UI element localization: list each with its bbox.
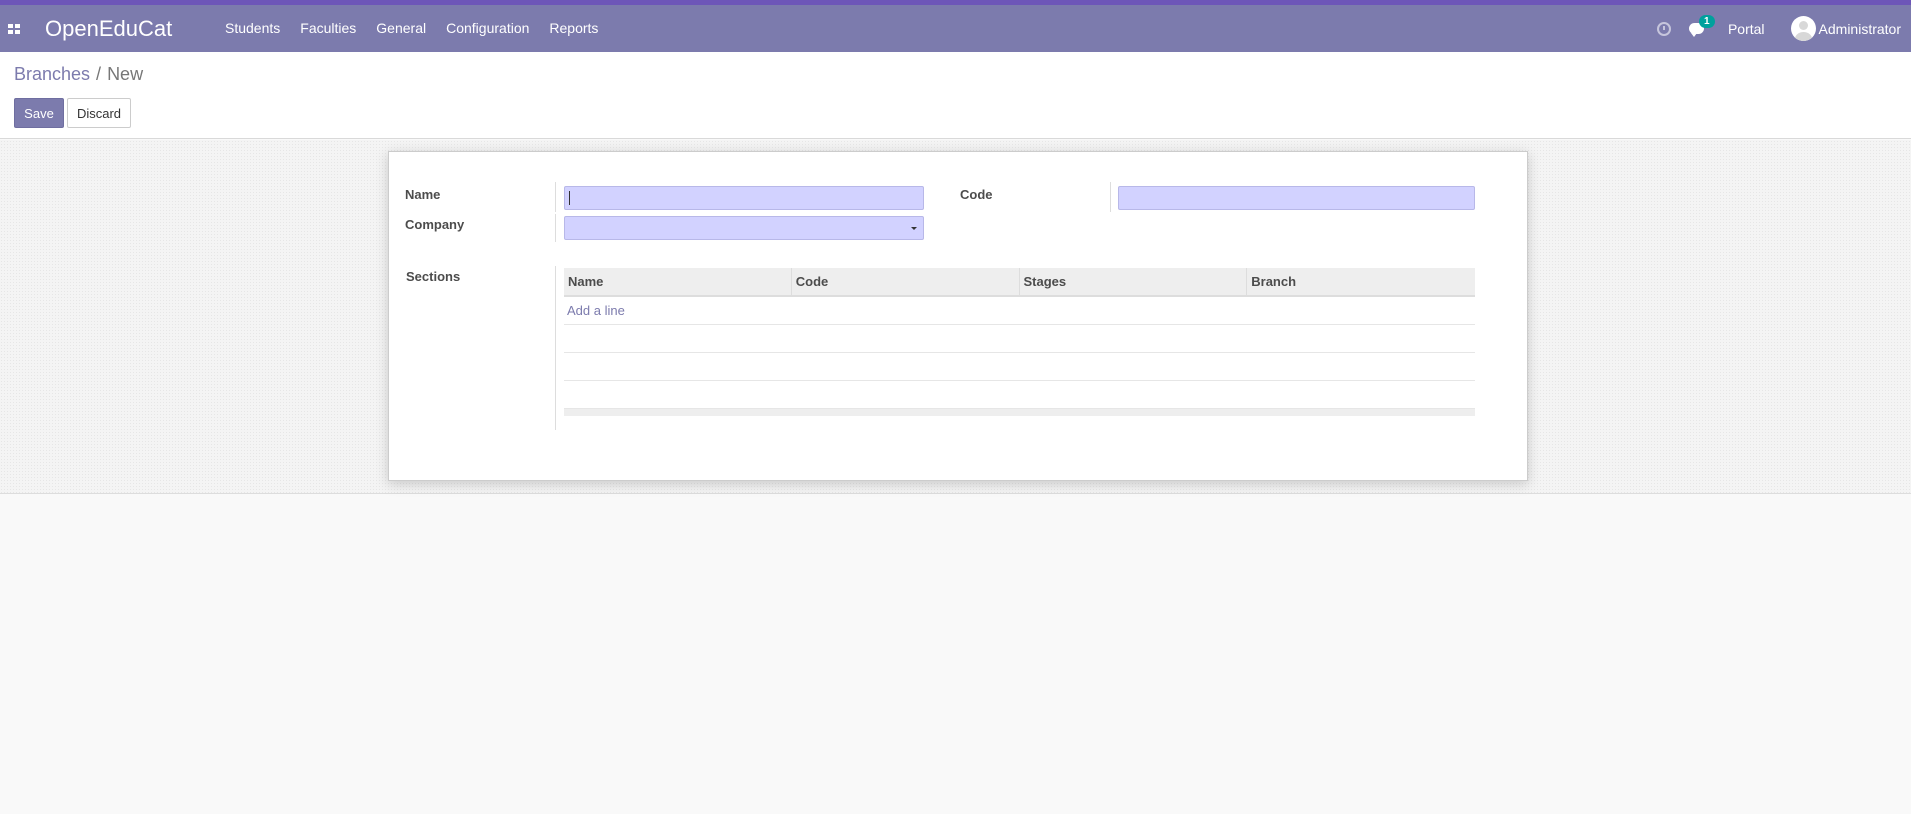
add-line-link[interactable]: Add a line xyxy=(567,303,625,318)
column-header-code[interactable]: Code xyxy=(792,268,1020,295)
column-header-name[interactable]: Name xyxy=(564,268,792,295)
activity-clock-icon[interactable] xyxy=(1656,21,1671,36)
text-cursor xyxy=(569,191,570,205)
company-select[interactable] xyxy=(564,216,924,240)
breadcrumb: Branches / New xyxy=(14,64,143,85)
table-row-empty xyxy=(564,381,1475,409)
sections-label: Sections xyxy=(406,269,461,284)
form-sheet: Name Code Company Sections Name Code Sta… xyxy=(388,151,1528,481)
table-row: Add a line xyxy=(564,297,1475,325)
messages-button[interactable]: 1 xyxy=(1688,15,1715,37)
sections-table-footer xyxy=(564,409,1475,416)
sections-table: Name Code Stages Branch Add a line xyxy=(564,268,1475,416)
apps-grid-icon[interactable] xyxy=(0,5,28,52)
brand-name[interactable]: OpenEduCat xyxy=(45,16,215,42)
field-divider xyxy=(555,182,556,212)
breadcrumb-parent[interactable]: Branches xyxy=(14,64,90,84)
control-panel: Branches / New Save Discard xyxy=(0,52,1911,139)
column-header-branch[interactable]: Branch xyxy=(1247,268,1475,295)
portal-link[interactable]: Portal xyxy=(1728,21,1765,37)
breadcrumb-current: New xyxy=(107,64,144,84)
field-divider xyxy=(1110,182,1111,212)
menu-item-reports[interactable]: Reports xyxy=(539,5,608,52)
code-field[interactable] xyxy=(1118,186,1475,210)
field-divider xyxy=(555,214,556,242)
menu-item-faculties[interactable]: Faculties xyxy=(290,5,366,52)
code-label: Code xyxy=(960,187,993,202)
field-divider xyxy=(555,266,556,430)
user-menu[interactable]: Administrator xyxy=(1790,16,1901,41)
company-label: Company xyxy=(405,217,465,232)
name-label: Name xyxy=(405,187,441,202)
sections-table-header: Name Code Stages Branch xyxy=(564,268,1475,297)
menu-item-configuration[interactable]: Configuration xyxy=(436,5,539,52)
navbar-systray: 1 Portal Administrator xyxy=(1656,5,1911,52)
avatar xyxy=(1790,16,1816,41)
breadcrumb-separator: / xyxy=(96,64,102,84)
top-navbar: OpenEduCat Students Faculties General Co… xyxy=(0,0,1911,52)
user-name: Administrator xyxy=(1818,20,1901,37)
name-field[interactable] xyxy=(564,186,924,210)
menu-item-general[interactable]: General xyxy=(366,5,436,52)
messages-badge: 1 xyxy=(1698,15,1715,28)
table-row-empty xyxy=(564,325,1475,353)
menu-item-students[interactable]: Students xyxy=(215,5,290,52)
table-row-empty xyxy=(564,353,1475,381)
save-button[interactable]: Save xyxy=(14,98,64,128)
main-menu: Students Faculties General Configuration… xyxy=(215,5,608,52)
column-header-stages[interactable]: Stages xyxy=(1020,268,1248,295)
dropdown-caret-icon[interactable] xyxy=(911,227,917,230)
discard-button[interactable]: Discard xyxy=(67,98,131,128)
